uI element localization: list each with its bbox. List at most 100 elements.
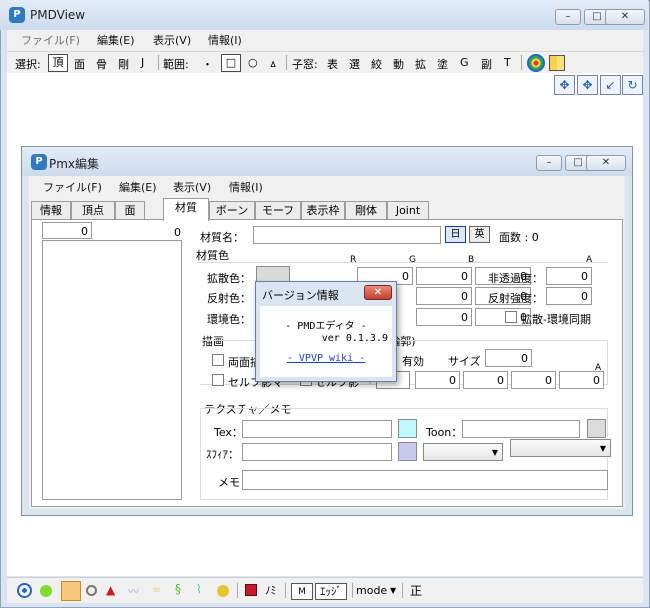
chevron-down-icon[interactable]: ▼ [390, 583, 396, 600]
red-square-icon[interactable] [245, 584, 257, 596]
pan-icon[interactable]: ✥ [554, 75, 575, 95]
tab-material[interactable]: 材質 [163, 198, 209, 221]
teal-figure-icon[interactable]: ⌇ [196, 582, 202, 596]
diffuse-ambient-sync-checkbox[interactable] [505, 311, 517, 323]
toon-label: Toon： [426, 426, 463, 439]
rotate-icon[interactable]: ↻ [622, 75, 643, 95]
bone-display-icon[interactable] [61, 581, 81, 601]
col-b-header: B [468, 255, 475, 265]
pmx-minimize-button[interactable]: – [536, 155, 562, 171]
child-group-button[interactable]: G [460, 56, 469, 69]
menu-edit[interactable]: 編集(E) [97, 32, 135, 48]
edge-size-field[interactable]: 0 [485, 349, 532, 367]
tex-swatch[interactable] [398, 419, 417, 438]
minimize-button[interactable]: – [555, 9, 581, 25]
toon-select-dropdown[interactable]: ▼ [510, 439, 611, 457]
select-joint-button[interactable]: J [141, 56, 144, 69]
child-paint-button[interactable]: 塗 [437, 56, 448, 72]
memo-input[interactable] [242, 470, 608, 490]
close-button[interactable]: ✕ [605, 9, 645, 25]
col-g-header: G [409, 255, 416, 265]
mode-dropdown-label[interactable]: mode [356, 583, 387, 600]
tab-info[interactable]: 情報 [31, 201, 71, 220]
pmx-close-button[interactable]: ✕ [586, 155, 626, 171]
material-list[interactable] [42, 240, 182, 500]
edge-b-field[interactable]: 0 [511, 371, 556, 389]
grid-icon[interactable] [549, 55, 565, 71]
menu-info[interactable]: 情報(I) [208, 32, 242, 48]
pmx-menu-file[interactable]: ファイル(F) [43, 179, 102, 195]
edge-a-field[interactable]: 0 [559, 371, 604, 389]
target-icon[interactable] [527, 54, 545, 72]
wave-icon[interactable]: 〰 [128, 583, 139, 599]
select-face-button[interactable]: 面 [74, 56, 85, 72]
self-shadow-map-checkbox[interactable] [212, 374, 224, 386]
select-bone-button[interactable]: 骨 [96, 56, 107, 72]
child-move-button[interactable]: 動 [393, 56, 404, 72]
diffuse-g-field[interactable]: 0 [416, 267, 472, 285]
child-t-button[interactable]: T [504, 56, 511, 69]
material-name-input[interactable] [253, 226, 441, 244]
tab-bone[interactable]: ボーン [209, 201, 255, 220]
select-vertex-button[interactable]: 頂 [48, 54, 68, 72]
tab-rigid-body[interactable]: 剛体 [345, 201, 387, 220]
child-select-button[interactable]: 選 [349, 56, 360, 72]
pmx-menu-view[interactable]: 表示(V) [173, 179, 211, 195]
tab-face[interactable]: 面 [115, 201, 145, 220]
specular-strength-field[interactable]: 0 [546, 287, 592, 305]
english-name-button[interactable]: 英 [469, 226, 490, 243]
vpvp-wiki-link[interactable]: - VPVP wiki - [260, 353, 392, 364]
dialog-close-button[interactable]: ✕ [364, 285, 392, 300]
vertex-display-icon[interactable] [17, 583, 32, 598]
material-index-field[interactable]: 0 [42, 222, 92, 239]
orthographic-button[interactable]: 正 [410, 583, 422, 600]
range-rect-button[interactable]: □ [221, 54, 241, 72]
move-icon[interactable]: ✥ [577, 75, 598, 95]
child-filter-button[interactable]: 絞 [371, 56, 382, 72]
green-flower-icon[interactable] [40, 585, 52, 597]
edge-g-field[interactable]: 0 [463, 371, 508, 389]
sphere-mode-dropdown[interactable]: ▼ [423, 443, 503, 461]
tab-morph[interactable]: モーフ [255, 201, 301, 220]
green-wave-icon[interactable]: § [175, 582, 181, 596]
tab-joint[interactable]: Joint [387, 201, 429, 220]
japanese-name-button[interactable]: 日 [445, 226, 466, 243]
ribbon-icon[interactable]: ∞ [152, 583, 161, 596]
zoom-icon[interactable]: ↙ [600, 75, 621, 95]
circle-icon[interactable] [86, 585, 97, 596]
child-sub-button[interactable]: 副 [481, 56, 492, 72]
range-point-button[interactable]: ・ [202, 56, 213, 72]
specular-color-label: 反射色： [207, 292, 251, 305]
nomi-button[interactable]: ﾉﾐ [265, 583, 276, 600]
tex-path-input[interactable] [242, 420, 392, 438]
opacity-field[interactable]: 0 [546, 267, 592, 285]
select-rigid-button[interactable]: 剛 [118, 56, 129, 72]
pmx-menu-info[interactable]: 情報(I) [229, 179, 263, 195]
child-table-button[interactable]: 表 [327, 56, 338, 72]
model-icon[interactable]: M [291, 583, 313, 600]
main-toolbar: 選択: 頂 面 骨 剛 J 範囲: ・ □ ○ ㅿ 子窓: 表 選 絞 動 拡 … [7, 51, 643, 73]
sphere-swatch[interactable] [398, 442, 417, 461]
menu-view[interactable]: 表示(V) [153, 32, 191, 48]
range-triangle-button[interactable]: ㅿ [268, 56, 278, 72]
tab-vertex[interactable]: 頂点 [71, 201, 115, 220]
range-circle-button[interactable]: ○ [248, 56, 258, 69]
toon-path-input[interactable] [462, 420, 580, 438]
statusbar-separator [402, 583, 403, 598]
toon-swatch[interactable] [587, 419, 606, 438]
ambient-g-field[interactable]: 0 [416, 308, 472, 326]
pmx-menubar: ファイル(F) 編集(E) 表示(V) 情報(I) [29, 176, 625, 198]
child-scale-button[interactable]: 拡 [415, 56, 426, 72]
edge-toggle-button[interactable]: ｴｯｼﾞ [315, 583, 347, 600]
edge-r-field[interactable]: 0 [415, 371, 460, 389]
pmx-menu-edit[interactable]: 編集(E) [119, 179, 157, 195]
menu-file[interactable]: ファイル(F) [21, 32, 80, 48]
specular-g-field[interactable]: 0 [416, 287, 472, 305]
tab-display-frame[interactable]: 表示枠 [301, 201, 345, 220]
window-title: PMDView [30, 8, 86, 22]
double-side-checkbox[interactable] [212, 354, 224, 366]
statusbar-separator [352, 583, 353, 598]
sphere-path-input[interactable] [242, 443, 392, 461]
red-triangle-icon[interactable]: ▲ [106, 583, 115, 597]
yellow-dot-icon[interactable] [217, 585, 229, 597]
